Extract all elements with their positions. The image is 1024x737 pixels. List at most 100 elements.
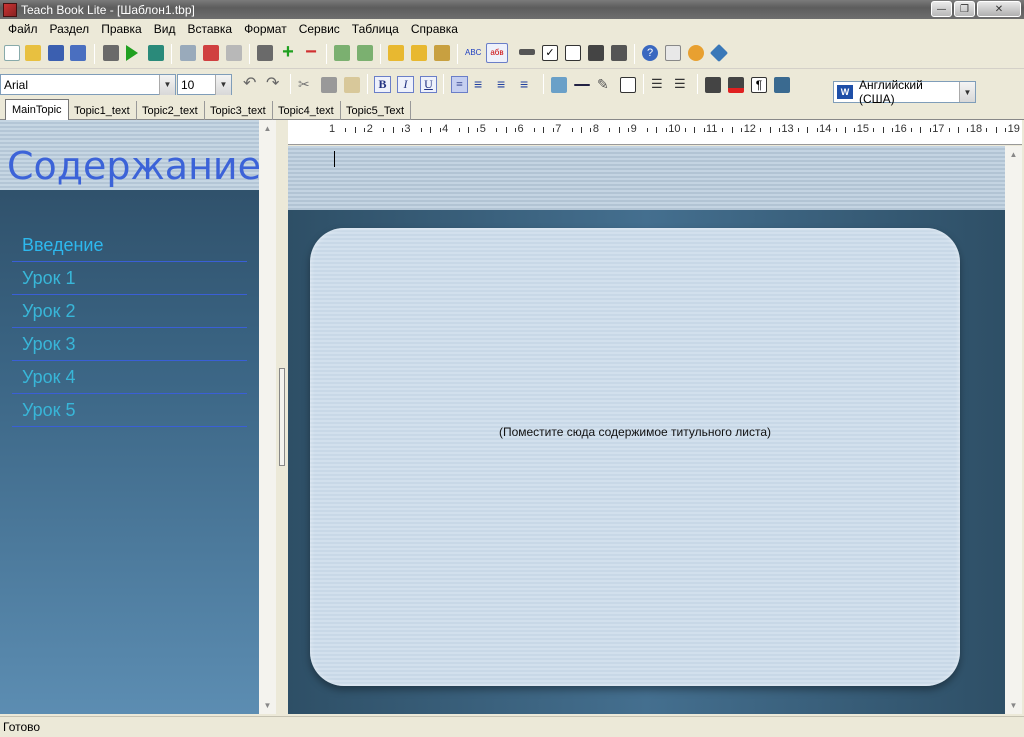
- fill-color-icon[interactable]: [705, 77, 721, 93]
- toc-item-lesson1[interactable]: Урок 1: [12, 262, 247, 295]
- font-family-select[interactable]: Arial ▼: [0, 74, 176, 95]
- contents-title: Содержание:: [7, 144, 259, 188]
- ruler-tick: [929, 128, 931, 132]
- toc-item-lesson5[interactable]: Урок 5: [12, 394, 247, 427]
- app-icon: [3, 2, 17, 17]
- textfield-icon[interactable]: [565, 45, 581, 61]
- field-icon[interactable]: [519, 49, 535, 55]
- about-icon[interactable]: [709, 43, 729, 63]
- close-button[interactable]: ✕: [977, 1, 1021, 17]
- combobox-icon[interactable]: [611, 45, 627, 61]
- home-icon[interactable]: [688, 45, 704, 61]
- move-down-icon[interactable]: [357, 45, 373, 61]
- copy-icon[interactable]: [321, 77, 337, 93]
- help-icon[interactable]: ?: [642, 45, 658, 61]
- menu-edit[interactable]: Правка: [95, 22, 148, 36]
- print-icon[interactable]: [226, 45, 242, 61]
- scroll-up-icon[interactable]: ▲: [259, 120, 276, 137]
- ruler[interactable]: 1 2 3 4 5 6 7 8 9 10 11 12 13 14 15 16 17 18 19: [288, 120, 1022, 145]
- menu-table[interactable]: Таблица: [346, 22, 405, 36]
- tab-topic4[interactable]: Topic4_text: [272, 101, 341, 120]
- ruler-tick: [778, 128, 780, 132]
- scroll-down-icon[interactable]: ▼: [259, 697, 276, 714]
- ruler-tick: [656, 127, 658, 133]
- properties-icon[interactable]: [103, 45, 119, 61]
- text-color-icon[interactable]: [728, 77, 744, 93]
- scroll-down-icon[interactable]: ▼: [1005, 697, 1022, 714]
- align-center-icon[interactable]: ≡: [474, 77, 490, 93]
- ruler-tick: [892, 128, 894, 132]
- align-left-icon[interactable]: ≡: [451, 76, 468, 93]
- play-icon[interactable]: [126, 45, 138, 61]
- status-bar: Готово: [0, 716, 1024, 737]
- page-setup-icon[interactable]: [203, 45, 219, 61]
- save-all-icon[interactable]: [70, 45, 86, 61]
- insert-object-icon[interactable]: [620, 77, 636, 93]
- menu-service[interactable]: Сервис: [293, 22, 346, 36]
- attachment-icon[interactable]: ✎: [597, 77, 613, 93]
- underline-button[interactable]: U: [420, 76, 437, 93]
- toc-item-lesson3[interactable]: Урок 3: [12, 328, 247, 361]
- italic-button[interactable]: I: [397, 76, 414, 93]
- ruler-tick: [797, 128, 799, 132]
- chevron-down-icon[interactable]: ▼: [159, 74, 175, 95]
- listbox-icon[interactable]: [588, 45, 604, 61]
- tab-maintopic[interactable]: MainTopic: [5, 99, 69, 120]
- table-grid-icon[interactable]: [774, 77, 790, 93]
- paste-icon[interactable]: [344, 77, 360, 93]
- tab-topic1[interactable]: Topic1_text: [68, 101, 137, 120]
- horizontal-line-icon[interactable]: [574, 84, 590, 86]
- menu-help[interactable]: Справка: [405, 22, 464, 36]
- topic-properties-icon[interactable]: [257, 45, 273, 61]
- font-size-select[interactable]: 10 ▼: [177, 74, 232, 95]
- tab-topic2[interactable]: Topic2_text: [136, 101, 205, 120]
- toc-item-lesson4[interactable]: Урок 4: [12, 361, 247, 394]
- autospell-icon[interactable]: абв: [486, 43, 508, 63]
- document-scrollbar[interactable]: ▲ ▼: [1005, 146, 1022, 714]
- checkbox-icon[interactable]: ✓: [542, 45, 558, 61]
- undo-icon[interactable]: ↶: [243, 76, 259, 93]
- preview-icon[interactable]: [180, 45, 196, 61]
- menu-insert[interactable]: Вставка: [181, 22, 238, 36]
- chevron-down-icon[interactable]: ▼: [215, 74, 231, 95]
- remove-topic-icon[interactable]: −: [303, 42, 319, 62]
- align-justify-icon[interactable]: ≡: [520, 77, 536, 93]
- minimize-button[interactable]: —: [931, 1, 952, 17]
- tab-topic3[interactable]: Topic3_text: [204, 101, 273, 120]
- move-up-icon[interactable]: [334, 45, 350, 61]
- title-page-card[interactable]: (Поместите сюда содержимое титульного ли…: [310, 228, 960, 686]
- contents-scrollbar[interactable]: ▲ ▼: [259, 120, 276, 714]
- open-folder-icon[interactable]: [25, 45, 41, 61]
- bold-button[interactable]: B: [374, 76, 391, 93]
- scroll-up-icon[interactable]: ▲: [1005, 146, 1022, 163]
- ruler-tick: [628, 128, 630, 132]
- splitter-grip[interactable]: [279, 368, 285, 466]
- menu-section[interactable]: Раздел: [44, 22, 96, 36]
- compile-icon[interactable]: [148, 45, 164, 61]
- insert-image-icon[interactable]: [551, 77, 567, 93]
- maximize-button[interactable]: ❐: [954, 1, 975, 17]
- bullet-list-icon[interactable]: ☰: [651, 77, 667, 93]
- link-remove-icon[interactable]: [434, 45, 450, 61]
- ruler-tick: [948, 128, 950, 132]
- save-icon[interactable]: [48, 45, 64, 61]
- ruler-tick: [1005, 128, 1007, 132]
- paragraph-mark-icon[interactable]: ¶: [751, 77, 767, 93]
- document-area[interactable]: (Поместите сюда содержимое титульного ли…: [288, 146, 1005, 714]
- new-file-icon[interactable]: [4, 45, 20, 61]
- cut-icon[interactable]: ✂: [298, 77, 314, 93]
- link-edit-icon[interactable]: [411, 45, 427, 61]
- toc-item-intro[interactable]: Введение: [12, 229, 247, 262]
- email-icon[interactable]: [665, 45, 681, 61]
- add-topic-icon[interactable]: +: [280, 42, 296, 62]
- align-right-icon[interactable]: ≡: [497, 77, 513, 93]
- menu-view[interactable]: Вид: [148, 22, 182, 36]
- redo-icon[interactable]: ↷: [266, 76, 282, 93]
- spellcheck-icon[interactable]: ABC: [465, 45, 481, 61]
- toc-item-lesson2[interactable]: Урок 2: [12, 295, 247, 328]
- link-icon[interactable]: [388, 45, 404, 61]
- numbered-list-icon[interactable]: ☰: [674, 77, 690, 93]
- tab-topic5[interactable]: Topic5_Text: [340, 101, 412, 120]
- menu-format[interactable]: Формат: [238, 22, 293, 36]
- menu-file[interactable]: Файл: [2, 22, 44, 36]
